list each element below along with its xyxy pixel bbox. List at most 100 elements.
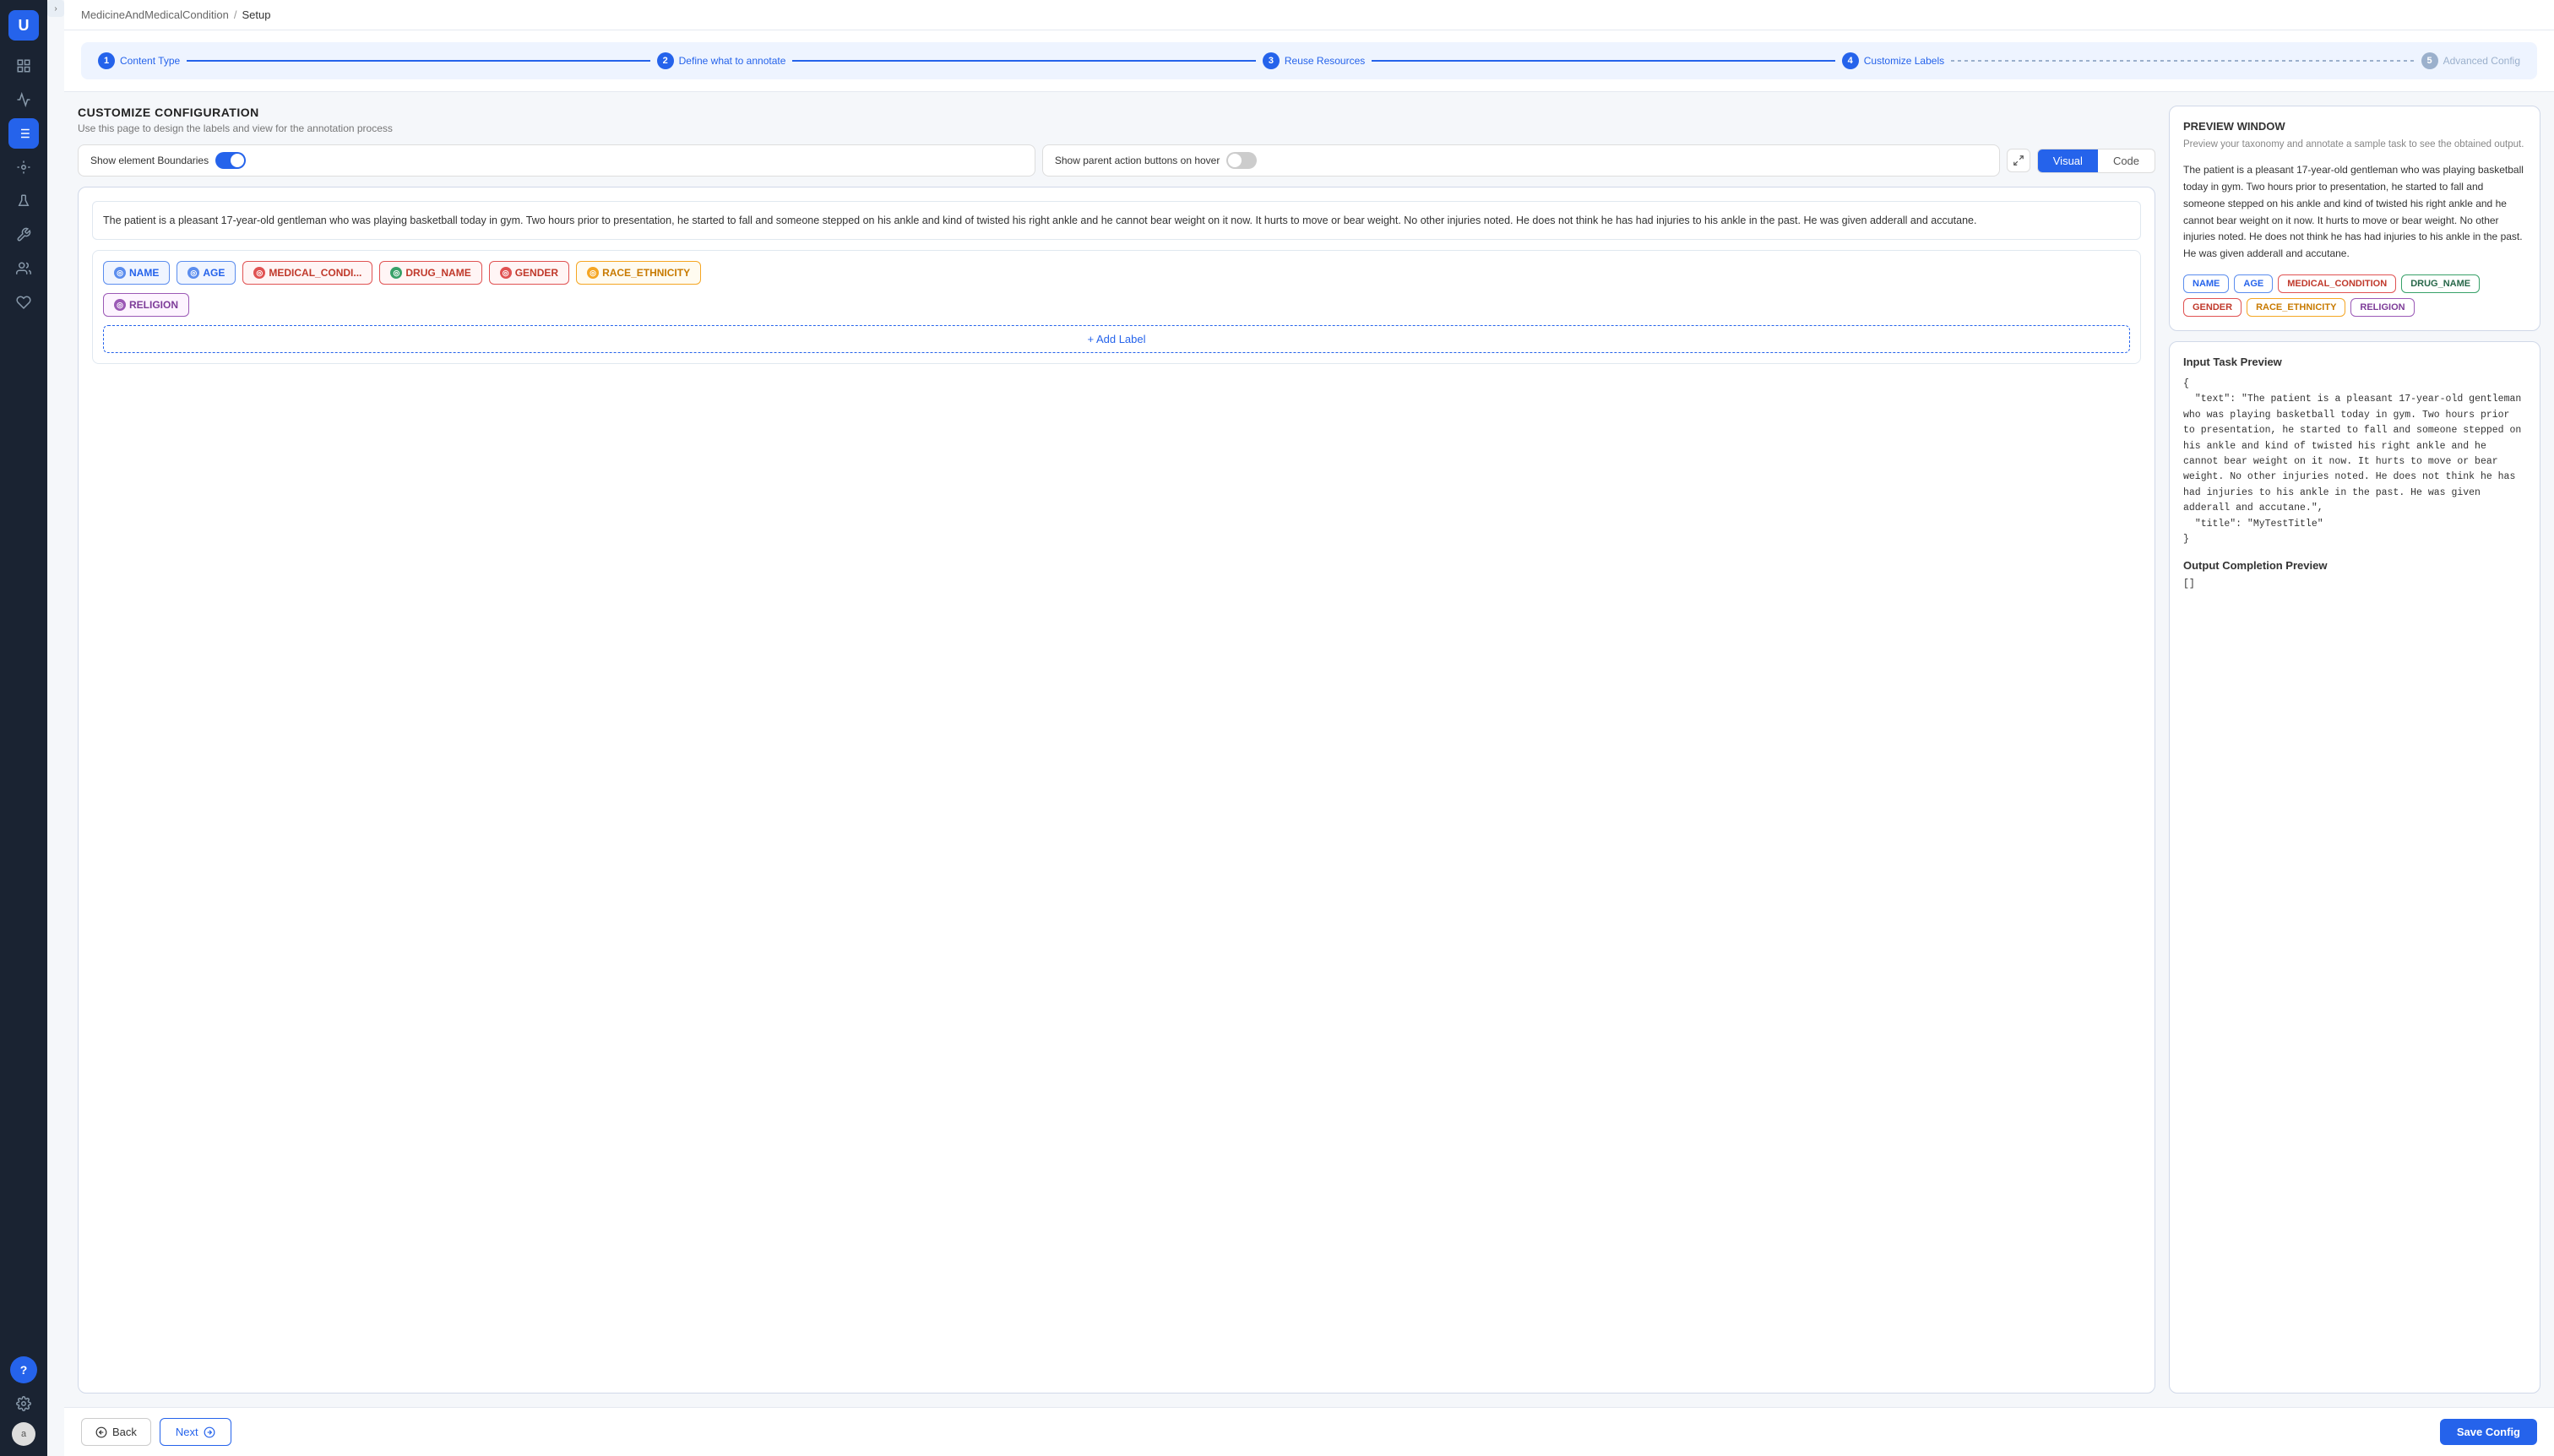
connector-2-3 — [792, 60, 1255, 62]
input-task-section: Input Task Preview { "text": "The patien… — [2169, 341, 2540, 1394]
bottom-bar: Back Next Save Config — [64, 1407, 2554, 1456]
preview-subtitle: Preview your taxonomy and annotate a sam… — [2183, 138, 2526, 152]
preview-chip-name[interactable]: NAME — [2183, 274, 2229, 293]
preview-chip-religion[interactable]: RELIGION — [2350, 298, 2414, 317]
steps-bar: 1 Content Type 2 Define what to annotate… — [64, 30, 2554, 92]
add-label-button[interactable]: + Add Label — [103, 325, 2130, 353]
chip-icon-religion: ◎ — [114, 299, 126, 311]
step-5[interactable]: 5 Advanced Config — [2421, 52, 2520, 69]
label-chip-drug[interactable]: ◎ DRUG_NAME — [379, 261, 481, 285]
step-4[interactable]: 4 Customize Labels — [1842, 52, 1944, 69]
breadcrumb-separator: / — [234, 8, 237, 21]
chip-text-religion: RELIGION — [129, 299, 178, 311]
input-task-title: Input Task Preview — [2183, 356, 2526, 368]
chip-text-race: RACE_ETHNICITY — [602, 267, 690, 279]
label-chip-medical[interactable]: ◎ MEDICAL_CONDI... — [242, 261, 372, 285]
preview-title: PREVIEW WINDOW — [2183, 120, 2526, 133]
label-chip-gender[interactable]: ◎ GENDER — [489, 261, 569, 285]
sidebar-icon-analytics[interactable] — [8, 84, 39, 115]
step-3[interactable]: 3 Reuse Resources — [1263, 52, 1365, 69]
labels-row-2: ◎ RELIGION — [103, 293, 2130, 317]
next-button[interactable]: Next — [160, 1418, 231, 1446]
chip-icon-name: ◎ — [114, 267, 126, 279]
view-toggle: Visual Code — [2037, 149, 2155, 173]
connector-1-2 — [187, 60, 649, 62]
chip-icon-gender: ◎ — [500, 267, 512, 279]
content-area: CUSTOMIZE CONFIGURATION Use this page to… — [64, 92, 2554, 1407]
chip-icon-medical: ◎ — [253, 267, 265, 279]
step-1[interactable]: 1 Content Type — [98, 52, 180, 69]
step-2[interactable]: 2 Define what to annotate — [657, 52, 786, 69]
step-4-label: Customize Labels — [1864, 55, 1944, 67]
label-chip-race[interactable]: ◎ RACE_ETHNICITY — [576, 261, 701, 285]
chip-text-drug: DRUG_NAME — [405, 267, 470, 279]
panel-title: CUSTOMIZE CONFIGURATION — [78, 106, 2155, 119]
preview-chip-gender[interactable]: GENDER — [2183, 298, 2242, 317]
show-boundaries-toggle[interactable] — [215, 152, 246, 169]
breadcrumb: MedicineAndMedicalCondition / Setup — [64, 0, 2554, 30]
label-chip-religion[interactable]: ◎ RELIGION — [103, 293, 189, 317]
preview-text: The patient is a pleasant 17-year-old ge… — [2183, 162, 2526, 263]
chip-text-gender: GENDER — [515, 267, 558, 279]
visual-toggle-btn[interactable]: Visual — [2038, 149, 2098, 172]
sidebar-icon-settings[interactable] — [8, 1388, 39, 1419]
chip-icon-race: ◎ — [587, 267, 599, 279]
main-content: MedicineAndMedicalCondition / Setup 1 Co… — [64, 0, 2554, 1456]
sidebar-icon-flask[interactable] — [8, 186, 39, 216]
chip-icon-drug: ◎ — [390, 267, 402, 279]
sidebar-icon-users[interactable] — [8, 253, 39, 284]
connector-4-5 — [1951, 60, 2414, 62]
config-box: The patient is a pleasant 17-year-old ge… — [78, 187, 2155, 1394]
sample-text: The patient is a pleasant 17-year-old ge… — [92, 201, 2141, 240]
label-chip-age[interactable]: ◎ AGE — [177, 261, 236, 285]
chip-text-medical: MEDICAL_CONDI... — [269, 267, 361, 279]
show-boundaries-label: Show element Boundaries — [90, 155, 209, 166]
step-5-label: Advanced Config — [2443, 55, 2520, 67]
label-chip-name[interactable]: ◎ NAME — [103, 261, 170, 285]
back-button[interactable]: Back — [81, 1418, 151, 1446]
sidebar-icon-help[interactable]: ? — [8, 1355, 39, 1385]
sidebar-collapse-btn[interactable]: › — [47, 0, 64, 17]
preview-chip-drug[interactable]: DRUG_NAME — [2401, 274, 2480, 293]
breadcrumb-project[interactable]: MedicineAndMedicalCondition — [81, 8, 229, 21]
preview-chip-age[interactable]: AGE — [2234, 274, 2273, 293]
help-circle[interactable]: ? — [10, 1356, 37, 1383]
sidebar: U ? a — [0, 0, 47, 1456]
preview-chips: NAME AGE MEDICAL_CONDITION DRUG_NAME GEN… — [2183, 274, 2526, 317]
sidebar-icon-location[interactable] — [8, 152, 39, 182]
sidebar-icon-list[interactable] — [8, 118, 39, 149]
preview-chip-medical[interactable]: MEDICAL_CONDITION — [2278, 274, 2396, 293]
show-parent-toggle[interactable] — [1226, 152, 1257, 169]
svg-text:U: U — [19, 17, 30, 34]
connector-3-4 — [1372, 60, 1834, 62]
back-label: Back — [112, 1426, 137, 1438]
step-5-num: 5 — [2421, 52, 2438, 69]
sidebar-icon-home[interactable] — [8, 51, 39, 81]
save-config-button[interactable]: Save Config — [2440, 1419, 2537, 1445]
breadcrumb-page: Setup — [242, 8, 271, 21]
controls-row: Show element Boundaries Show parent acti… — [78, 144, 2155, 177]
steps-container: 1 Content Type 2 Define what to annotate… — [81, 42, 2537, 79]
chip-icon-age: ◎ — [187, 267, 199, 279]
user-avatar[interactable]: a — [12, 1422, 35, 1446]
step-1-label: Content Type — [120, 55, 180, 67]
chip-text-age: AGE — [203, 267, 225, 279]
output-title: Output Completion Preview — [2183, 559, 2526, 572]
preview-chip-race[interactable]: RACE_ETHNICITY — [2247, 298, 2345, 317]
labels-area: ◎ NAME ◎ AGE ◎ MEDICAL_CONDI... — [92, 250, 2141, 364]
code-toggle-btn[interactable]: Code — [2098, 149, 2155, 172]
step-1-num: 1 — [98, 52, 115, 69]
output-code: [] — [2183, 577, 2526, 592]
chip-text-name: NAME — [129, 267, 159, 279]
show-parent-option: Show parent action buttons on hover — [1042, 144, 2000, 177]
show-parent-label: Show parent action buttons on hover — [1055, 155, 1220, 166]
panel-subtitle: Use this page to design the labels and v… — [78, 122, 2155, 134]
sidebar-icon-tools[interactable] — [8, 220, 39, 250]
sidebar-icon-plugin[interactable] — [8, 287, 39, 318]
app-logo[interactable]: U — [8, 10, 39, 41]
input-task-code: { "text": "The patient is a pleasant 17-… — [2183, 377, 2526, 547]
right-panel: PREVIEW WINDOW Preview your taxonomy and… — [2169, 106, 2540, 1394]
step-2-label: Define what to annotate — [679, 55, 786, 67]
left-panel: CUSTOMIZE CONFIGURATION Use this page to… — [78, 106, 2155, 1394]
expand-btn[interactable] — [2007, 149, 2030, 172]
